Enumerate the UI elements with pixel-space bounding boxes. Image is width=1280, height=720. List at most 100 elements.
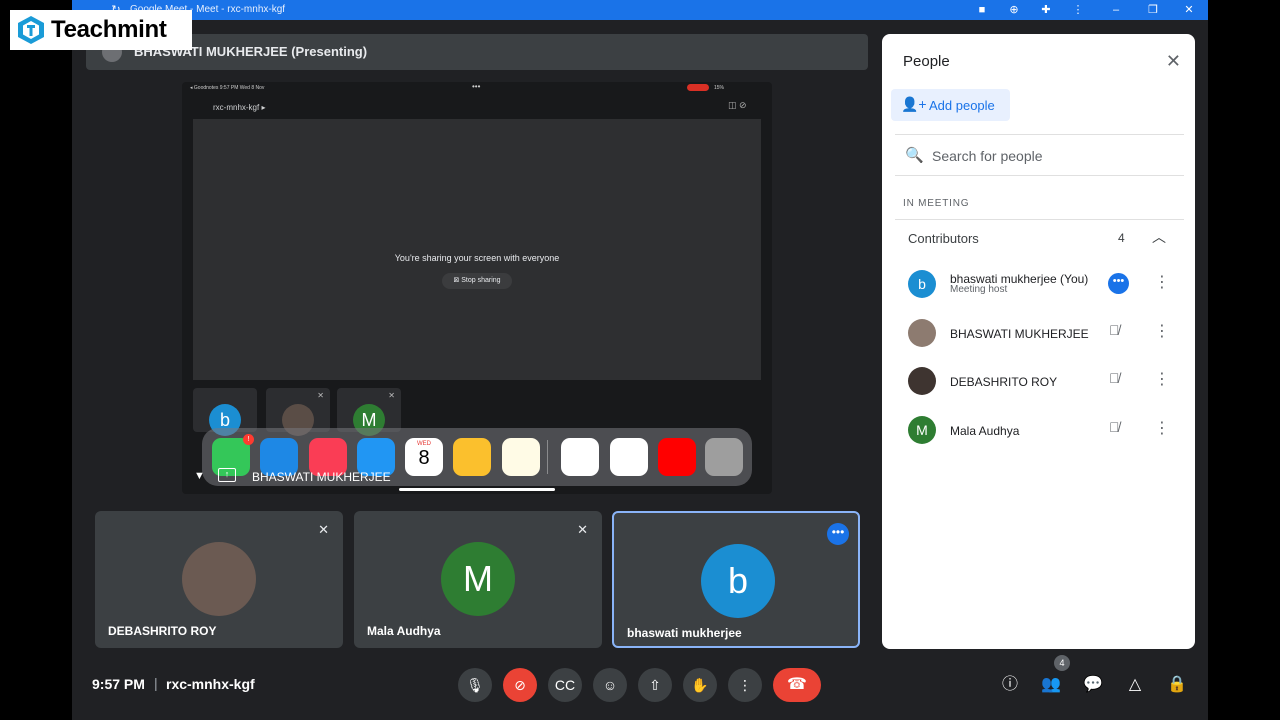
person-menu-button[interactable]: ⋮: [1154, 321, 1170, 341]
participant-name: DEBASHRITO ROY: [108, 624, 217, 638]
person-avatar: [908, 319, 936, 347]
contributors-label: Contributors: [908, 231, 979, 246]
people-list-item[interactable]: b bhaswati mukherjee (You) Meeting host …: [895, 260, 1184, 308]
restore-button[interactable]: ❐: [1145, 2, 1161, 18]
captions-button[interactable]: CC: [548, 668, 582, 702]
person-name: DEBASHRITO ROY: [950, 375, 1058, 389]
present-now-button[interactable]: ⇧: [638, 668, 672, 702]
participant-tile[interactable]: M ✕ Mala Audhya: [354, 511, 602, 648]
app-library-icon: [705, 438, 743, 476]
close-window-button[interactable]: ✕: [1181, 2, 1197, 18]
participant-avatar: M: [441, 542, 515, 616]
panel-title: People: [903, 53, 950, 70]
shared-meet-view: You're sharing your screen with everyone…: [193, 119, 761, 380]
mic-off-icon: 🎙̸: [1109, 322, 1120, 338]
ipad-multitask-dots: •••: [472, 82, 481, 91]
more-options-button[interactable]: ⋮: [728, 668, 762, 702]
meeting-details-button[interactable]: ⓘ: [997, 672, 1023, 698]
camera-icon[interactable]: ■: [974, 2, 990, 18]
close-panel-button[interactable]: ✕: [1166, 51, 1181, 72]
leave-call-button[interactable]: ☎: [773, 668, 821, 702]
time-separator: |: [154, 675, 158, 691]
ipad-status-left: ◂ Goodnotes 9:57 PM Wed 8 Nov: [190, 85, 265, 91]
mic-off-icon: ✕: [388, 391, 395, 400]
mic-off-icon: ✕: [577, 522, 588, 537]
emoji-reaction-button[interactable]: ☺: [593, 668, 627, 702]
shared-camera-off-icon: ◫ ⊘: [728, 100, 747, 110]
ipad-status-bar: ◂ Goodnotes 9:57 PM Wed 8 Nov ••• 15%: [182, 82, 772, 94]
meet-app: ← ↻ Google Meet - Meet - rxc-mnhx-kgf ■ …: [72, 0, 1208, 720]
zoom-icon[interactable]: ⊕: [1006, 2, 1022, 18]
extensions-icon[interactable]: ✚: [1038, 2, 1054, 18]
add-people-label: Add people: [929, 98, 995, 113]
recording-indicator: [687, 84, 709, 91]
camera-off-button[interactable]: ⊘: [503, 668, 537, 702]
calendar-date: 8: [418, 447, 430, 469]
teachmint-logo: Teachmint: [10, 10, 192, 50]
mini-tile: M ✕: [337, 388, 401, 436]
meeting-code: rxc-mnhx-kgf: [166, 676, 255, 692]
pin-icon: ▼: [194, 470, 205, 482]
host-controls-button[interactable]: 🔒: [1164, 672, 1190, 698]
microphone-button[interactable]: 🎙: [458, 668, 492, 702]
bottom-control-bar: 9:57 PM | rxc-mnhx-kgf 🎙 ⊘ CC ☺ ⇧ ✋ ⋮ ☎ …: [72, 655, 1208, 710]
more-options-button[interactable]: •••: [827, 523, 849, 545]
in-meeting-heading: IN MEETING: [903, 198, 970, 209]
participant-name: bhaswati mukherjee: [627, 626, 742, 640]
presenting-bar: BHASWATI MUKHERJEE (Presenting): [86, 34, 868, 70]
notes-app-icon: [502, 438, 540, 476]
participant-tile-self[interactable]: b ••• bhaswati mukherjee: [612, 511, 860, 648]
search-people-field[interactable]: 🔍 Search for people: [895, 134, 1184, 176]
ipad-home-indicator: [399, 488, 555, 491]
person-menu-button[interactable]: ⋮: [1154, 272, 1170, 292]
battery-label: 15%: [714, 85, 725, 91]
shared-screen: ◂ Goodnotes 9:57 PM Wed 8 Nov ••• 15% rx…: [182, 82, 772, 494]
more-options-button[interactable]: •••: [1108, 273, 1129, 294]
mini-tile: ✕: [266, 388, 330, 436]
photos-app-icon: [453, 438, 491, 476]
people-list-item[interactable]: DEBASHRITO ROY 🎙̸ ⋮: [895, 357, 1184, 405]
goodnotes-app-icon: [610, 438, 648, 476]
present-screen-icon: ↑: [218, 468, 236, 482]
person-name: BHASWATI MUKHERJEE: [950, 327, 1089, 341]
youtube-app-icon: [658, 438, 696, 476]
search-placeholder: Search for people: [932, 148, 1043, 164]
person-menu-button[interactable]: ⋮: [1154, 418, 1170, 438]
contributors-section-header[interactable]: Contributors 4 ︿: [895, 219, 1184, 252]
mic-off-icon: 🎙̸: [1109, 419, 1120, 435]
calendar-app-icon: WED 8: [405, 438, 443, 476]
participant-avatar: b: [701, 544, 775, 618]
participant-name: Mala Audhya: [367, 624, 441, 638]
people-count-badge: 4: [1054, 655, 1070, 671]
google-meet-app-icon: [561, 438, 599, 476]
sharing-message: You're sharing your screen with everyone: [394, 253, 560, 263]
person-avatar: M: [908, 416, 936, 444]
contributors-count: 4: [1118, 231, 1125, 245]
teachmint-logo-text: Teachmint: [51, 16, 167, 43]
participant-tile[interactable]: ✕ DEBASHRITO ROY: [95, 511, 343, 648]
person-name: Mala Audhya: [950, 424, 1020, 438]
window-titlebar: ← ↻ Google Meet - Meet - rxc-mnhx-kgf ■ …: [72, 0, 1208, 20]
chevron-up-icon: ︿: [1152, 229, 1166, 245]
mic-off-icon: 🎙̸: [1109, 370, 1120, 386]
activities-button[interactable]: △: [1122, 672, 1148, 698]
people-list-item[interactable]: M Mala Audhya 🎙̸ ⋮: [895, 406, 1184, 454]
menu-dots-icon[interactable]: ⋮: [1070, 2, 1086, 18]
chat-button[interactable]: 💬: [1080, 672, 1106, 698]
minimize-button[interactable]: –: [1108, 2, 1124, 18]
person-menu-button[interactable]: ⋮: [1154, 369, 1170, 389]
add-people-button[interactable]: 👤+ Add people: [891, 89, 1010, 121]
mic-off-icon: ✕: [318, 522, 329, 537]
teachmint-logo-icon: [18, 16, 44, 44]
stop-sharing-label: Stop sharing: [461, 277, 501, 284]
raise-hand-button[interactable]: ✋: [683, 668, 717, 702]
current-time: 9:57 PM: [92, 676, 145, 692]
people-panel: People ✕ 👤+ Add people 🔍 Search for peop…: [882, 34, 1195, 649]
messages-badge: !: [243, 434, 254, 445]
shared-presenter-label: BHASWATI MUKHERJEE: [252, 470, 391, 484]
add-person-icon: 👤+: [901, 96, 927, 112]
stop-sharing-button: ⊠ Stop sharing: [442, 273, 512, 289]
people-button[interactable]: 👥: [1038, 672, 1064, 698]
person-avatar: [908, 367, 936, 395]
people-list-item[interactable]: BHASWATI MUKHERJEE 🎙̸ ⋮: [895, 309, 1184, 357]
